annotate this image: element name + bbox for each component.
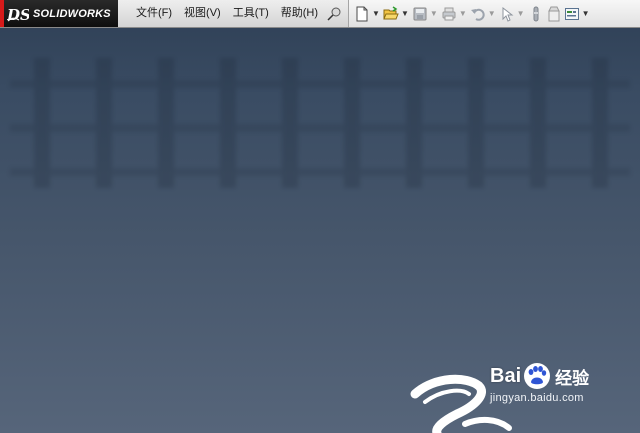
solidworks-logo[interactable]: DS SOLIDWORKS (0, 0, 118, 27)
options-icon (564, 7, 579, 20)
baidu-url: jingyan.baidu.com (490, 392, 584, 404)
save-dropdown-icon[interactable]: ▼ (430, 9, 438, 18)
baidu-paw-icon (524, 363, 551, 389)
save-button[interactable] (411, 3, 429, 25)
baidu-brand-right: 经验 (555, 368, 590, 388)
standard-toolbar: ▼ ▼ ▼ ▼ ▼ ▼ ▼ (348, 0, 640, 27)
undo-dropdown-icon[interactable]: ▼ (488, 9, 496, 18)
options-button[interactable] (563, 3, 581, 25)
new-document-icon (356, 6, 368, 21)
save-icon (413, 7, 427, 20)
open-folder-icon (383, 5, 399, 19)
select-dropdown-icon[interactable]: ▼ (517, 9, 525, 18)
open-button[interactable] (382, 3, 400, 25)
ds-logo-icon: DS (7, 6, 29, 23)
baidu-brand-left: Bai (490, 364, 522, 387)
menu-tools[interactable]: 工具(T) (227, 0, 275, 27)
blurred-background (10, 58, 630, 188)
print-icon (442, 7, 456, 20)
print-dropdown-icon[interactable]: ▼ (459, 9, 467, 18)
menu-file[interactable]: 文件(F) (130, 0, 178, 27)
options-dropdown-icon[interactable]: ▼ (582, 9, 590, 18)
menu-bar: 文件(F) 视图(V) 工具(T) 帮助(H) (118, 0, 346, 27)
file-properties-icon (547, 6, 560, 21)
pin-icon[interactable] (326, 6, 342, 22)
rebuild-icon (533, 6, 539, 21)
menu-view[interactable]: 视图(V) (178, 0, 227, 27)
title-toolbar: DS SOLIDWORKS 文件(F) 视图(V) 工具(T) 帮助(H) ▼ (0, 0, 640, 28)
new-document-button[interactable] (353, 3, 371, 25)
undo-icon (470, 8, 485, 21)
undo-button[interactable] (469, 3, 487, 25)
print-button[interactable] (440, 3, 458, 25)
new-dropdown-icon[interactable]: ▼ (372, 9, 380, 18)
brand-name: SOLIDWORKS (33, 7, 111, 20)
rebuild-button[interactable] (527, 3, 545, 25)
baidu-jingyan-watermark: Bai 经验 jingyan.baidu.com (490, 362, 630, 422)
select-cursor-icon (502, 6, 514, 22)
file-properties-button[interactable] (545, 3, 563, 25)
menu-help[interactable]: 帮助(H) (275, 0, 324, 27)
open-dropdown-icon[interactable]: ▼ (401, 9, 409, 18)
select-button[interactable] (498, 3, 516, 25)
svg-text:DS: DS (7, 6, 29, 23)
